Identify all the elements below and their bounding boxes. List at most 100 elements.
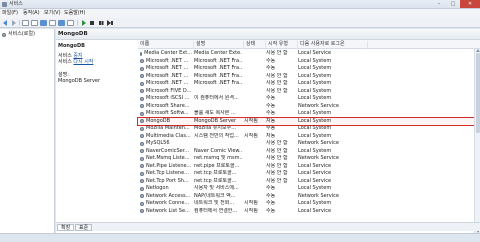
table-row[interactable]: Microsoft .NET ... Microsoft .NET Fra... 수… (138, 65, 474, 73)
service-description: MongoDB Server (194, 117, 237, 124)
gear-icon (140, 164, 144, 169)
back-arrow-icon[interactable] (2, 20, 9, 26)
menu-help[interactable]: 도움말(H) (64, 10, 85, 17)
scroll-up-icon[interactable] (476, 49, 480, 52)
service-startup-type: 사용 안 함 (266, 170, 288, 176)
menu-file[interactable]: 파일(F) (2, 10, 18, 17)
service-startup-type: 수동 (266, 207, 276, 214)
sort-indicator-icon: ^ (146, 41, 150, 46)
forward-arrow-icon[interactable] (10, 20, 17, 26)
gear-icon (140, 51, 143, 56)
table-row[interactable]: NaverComicSer... Naver Comic View... 사용 안 … (138, 148, 474, 156)
table-row[interactable]: Net.Tcp Listene... net.tcp 프로토콜... 사용 안 함 L… (138, 170, 474, 178)
gear-icon (140, 194, 144, 199)
column-header-status[interactable]: 상태 (244, 41, 266, 49)
table-row[interactable]: Net.Tcp Port Sh... net.tcp 프로토콜... 사용 안 함 L… (138, 178, 474, 186)
selected-service-title: MongoDB (58, 31, 88, 37)
service-startup-type: 사용 안 함 (266, 147, 288, 154)
export-list-icon[interactable] (49, 20, 56, 26)
service-startup-type: 사용 안 함 (266, 80, 288, 86)
table-row[interactable]: Microsoft iSCSI ... 이 컴퓨터에서 원격... 수동 Local … (138, 95, 474, 103)
scrollbar-thumb[interactable] (476, 53, 480, 133)
table-row[interactable]: Network Access... NAP(네트워크 액... 수동 Network … (138, 193, 474, 201)
table-row[interactable]: Net.Pipe Listene... net.pipe 프로토콜... 사용 안 … (138, 163, 474, 171)
service-name-cell: Network Conne... (140, 200, 192, 208)
service-status: 시작됨 (244, 200, 258, 206)
service-description: 시스템 전반의 작업... (194, 132, 239, 139)
gear-icon (140, 74, 144, 79)
window-title: 서비스 (9, 1, 23, 7)
show-action-pane-icon[interactable] (67, 20, 74, 26)
service-description: Mozilla 유지보수... (194, 125, 236, 131)
table-row[interactable]: Microsoft .NET ... Microsoft .NET Fra... 사… (138, 80, 474, 88)
table-row[interactable]: MySQL56 사용 안 함 Network Service (138, 140, 474, 148)
close-button[interactable]: ✕ (460, 0, 480, 8)
service-name: Netlogon (146, 185, 169, 191)
show-hide-console-tree-icon[interactable] (22, 20, 29, 26)
service-name-cell: Microsoft .NET ... (140, 73, 192, 81)
table-row-selected[interactable]: MongoDB MongoDB Server 시작됨 자동 Local System (137, 117, 475, 126)
tree-item-services-local[interactable]: 서비스(로컬) (2, 31, 35, 38)
service-description: 이 컴퓨터에서 원격... (194, 95, 239, 101)
table-row[interactable]: Netlogon 사용자 및 서비스에... 수동 Local System (138, 185, 474, 193)
menu-view[interactable]: 보기(V) (44, 10, 61, 17)
restart-service-link[interactable]: 다시 시작 (73, 59, 93, 65)
start-service-icon[interactable] (80, 20, 87, 26)
help-icon[interactable] (58, 20, 65, 26)
menu-action[interactable]: 동작(A) (23, 10, 40, 17)
service-logon-as: Network Service (298, 140, 339, 146)
service-name: Microsoft Softw... (146, 110, 189, 116)
pause-service-icon[interactable] (98, 20, 105, 26)
services-rows: Media Center Ext... Media Center Exte... 사… (137, 50, 475, 216)
maximize-button[interactable]: □ (446, 0, 460, 8)
service-status: 시작됨 (244, 207, 258, 214)
service-name: Network List Se... (146, 207, 190, 214)
service-name: NaverComicSer... (146, 147, 190, 154)
title-bar: 서비스 – □ ✕ (0, 0, 480, 9)
tab-extended[interactable]: 확장 (57, 224, 75, 231)
service-status: 시작됨 (244, 132, 258, 139)
column-header-startup-type[interactable]: 시작 유형 (266, 41, 298, 49)
column-header-description[interactable]: 설명 (194, 41, 244, 49)
table-row[interactable]: Network List Se... 컴퓨터에서 연결한... 시작됨 수동 Local… (138, 208, 474, 216)
table-row[interactable]: Multimedia Clas... 시스템 전반의 작업... 시작됨 자동 Loca… (138, 133, 474, 141)
properties-icon[interactable] (31, 20, 38, 26)
service-description: Microsoft .NET Fra... (194, 65, 242, 71)
gear-icon (140, 111, 144, 116)
menu-bar: 파일(F) 동작(A) 보기(V) 도움말(H) (0, 9, 480, 18)
service-name-cell: Microsoft .NET ... (140, 80, 192, 88)
service-name: Net.Tcp Port Sh... (146, 177, 189, 184)
service-name: MySQL56 (146, 140, 170, 146)
service-logon-as: Local Service (298, 207, 332, 214)
table-row[interactable]: Net.Msmq Liste... net.msmq 및 msm... 사용 안 함… (138, 155, 474, 163)
service-name: Network Access... (146, 192, 191, 199)
table-row[interactable]: Microsoft Softw... 볼륨 섀도 복사본 ... 수동 Local S… (138, 110, 474, 118)
table-row[interactable]: Microsoft Share... 수동 Network Service (138, 103, 474, 111)
service-name-cell: Netlogon (140, 185, 192, 193)
table-row[interactable]: Mozilla Mainten... Mozilla 유지보수... 수동 Local… (138, 125, 474, 133)
vertical-scrollbar[interactable] (474, 49, 480, 233)
stop-service-icon[interactable] (89, 20, 96, 26)
column-header-name[interactable]: ^ 이름 (138, 41, 194, 49)
table-row[interactable]: Microsoft .NET ... Microsoft .NET Fra... 수… (138, 58, 474, 66)
table-row[interactable]: Microsoft .NET ... Microsoft .NET Fra... 사… (138, 73, 474, 81)
minimize-button[interactable]: – (432, 0, 446, 8)
tab-standard[interactable]: 표준 (75, 224, 93, 231)
service-name: Net.Msmq Liste... (146, 155, 190, 161)
gear-icon (140, 141, 144, 146)
service-startup-type: 수동 (266, 102, 276, 109)
service-description: net.pipe 프로토콜... (194, 162, 240, 169)
table-row[interactable]: Microsoft FIVE D... 사용 안 함 Local System (138, 88, 474, 96)
service-logon-as: Network Service (298, 102, 339, 109)
restart-service-icon[interactable] (107, 20, 114, 26)
column-header-logon-as[interactable]: 다음 사용자로 로그온 (298, 41, 368, 49)
table-row[interactable]: Network Conne... 네트워크 및 전화... 시작됨 수동 Local S… (138, 200, 474, 208)
gear-icon (140, 171, 144, 176)
service-name-cell: MySQL56 (140, 140, 192, 148)
service-name: MongoDB (146, 117, 171, 124)
tree-item-label: 서비스(로컬) (8, 31, 35, 37)
service-name-cell: Network Access... (140, 193, 192, 201)
table-row[interactable]: Media Center Ext... Media Center Exte... 사… (138, 50, 474, 58)
refresh-icon[interactable] (40, 20, 47, 26)
description-text: MongoDB Server (58, 78, 101, 84)
